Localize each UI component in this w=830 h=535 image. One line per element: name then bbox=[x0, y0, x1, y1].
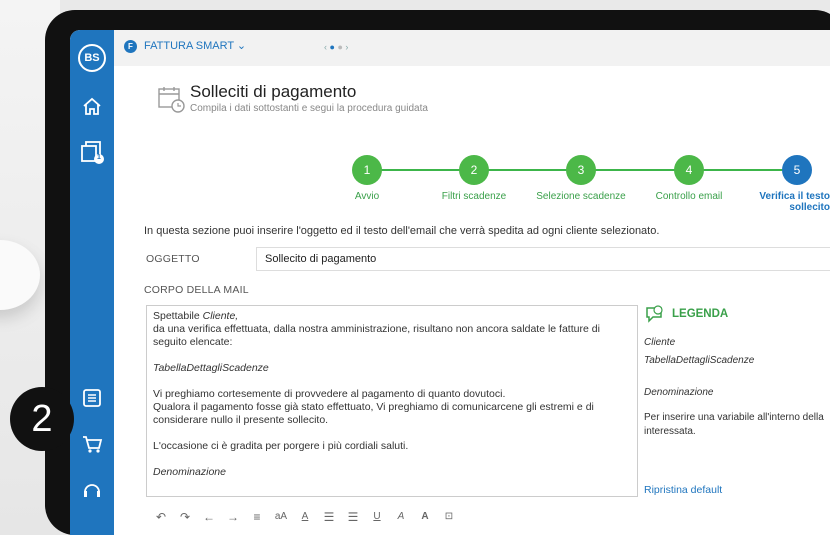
body-line-2: Vi preghiamo cortesemente di provvedere … bbox=[153, 388, 506, 400]
numbered-list-icon[interactable]: ☰ bbox=[343, 508, 363, 526]
step-number-overlay: 2 bbox=[10, 387, 74, 451]
step-2[interactable]: 2 bbox=[459, 155, 489, 185]
app-switcher[interactable]: FATTURA SMART ⌄ bbox=[144, 39, 246, 52]
legend-title: LEGENDA bbox=[672, 308, 729, 320]
cart-icon[interactable] bbox=[76, 428, 108, 460]
outdent-icon[interactable]: ← bbox=[199, 508, 219, 526]
legend-item-tabella[interactable]: TabellaDettagliScadenze bbox=[644, 355, 754, 366]
page-subtitle: Compila i dati sottostanti e segui la pr… bbox=[190, 103, 428, 114]
step-3-label: Selezione scadenze bbox=[536, 191, 626, 202]
italic-icon[interactable]: A bbox=[391, 508, 411, 526]
bold-icon[interactable]: A bbox=[415, 508, 435, 526]
step-5-label: Verifica il testo sollecito bbox=[759, 191, 830, 213]
legend-note: Per inserire una variabile all'interno d… bbox=[644, 412, 824, 437]
underline-icon[interactable]: U bbox=[367, 508, 387, 526]
dialog: Solleciti di pagamento Compila i dati so… bbox=[136, 72, 830, 532]
align-icon[interactable]: ≡ bbox=[247, 508, 267, 526]
chevron-right-icon[interactable]: › bbox=[345, 42, 348, 52]
email-body-editor[interactable]: Spettabile Cliente, da una verifica effe… bbox=[146, 305, 638, 497]
editor-toolbar: ↶ ↷ ← → ≡ aA A ☰ ☰ U A A ⊡ bbox=[151, 508, 463, 526]
user-avatar[interactable]: BS bbox=[76, 42, 108, 74]
legend-item-cliente[interactable]: Cliente bbox=[644, 337, 675, 348]
text-color-icon[interactable]: A bbox=[295, 508, 315, 526]
bullet-list-icon[interactable]: ☰ bbox=[319, 508, 339, 526]
body-line-4: L'occasione ci è gradita per porgere i p… bbox=[153, 440, 409, 452]
sidebar: BS 1 bbox=[70, 30, 114, 535]
greeting-line: Spettabile Cliente, bbox=[153, 310, 239, 322]
font-size-icon[interactable]: aA bbox=[271, 508, 291, 526]
subject-label: OGGETTO bbox=[146, 253, 200, 265]
redo-icon[interactable]: ↷ bbox=[175, 508, 195, 526]
page-title: Solleciti di pagamento bbox=[190, 82, 357, 101]
top-bar: F FATTURA SMART ⌄ ‹ ● ● › bbox=[114, 30, 830, 66]
signature-variable: Denominazione bbox=[153, 466, 226, 478]
app-screen: BS 1 F FATTURA SMART ⌄ ‹ ● ● › Solleciti… bbox=[70, 30, 830, 535]
step-4-label: Controllo email bbox=[655, 191, 723, 202]
home-icon[interactable] bbox=[76, 90, 108, 122]
step-connector bbox=[486, 169, 572, 171]
list-icon[interactable] bbox=[76, 382, 108, 414]
step-3[interactable]: 3 bbox=[566, 155, 596, 185]
documents-icon[interactable]: 1 bbox=[76, 136, 108, 168]
reset-default-link[interactable]: Ripristina default bbox=[644, 484, 722, 496]
insert-variable-icon[interactable]: ⊡ bbox=[439, 508, 459, 526]
step-4[interactable]: 4 bbox=[674, 155, 704, 185]
avatar: BS bbox=[78, 44, 106, 72]
chevron-down-icon: ⌄ bbox=[236, 40, 247, 52]
step-1[interactable]: 1 bbox=[352, 155, 382, 185]
app-name: FATTURA SMART bbox=[144, 40, 234, 52]
pager-dots: ‹ ● ● › bbox=[324, 42, 349, 52]
subject-input[interactable]: Sollecito di pagamento bbox=[256, 247, 830, 271]
help-bubble-icon bbox=[646, 305, 663, 323]
body-line-1: da una verifica effettuata, dalla nostra… bbox=[153, 323, 600, 348]
step-connector bbox=[701, 169, 789, 171]
step-1-label: Avvio bbox=[354, 191, 380, 202]
body-label: CORPO DELLA MAIL bbox=[144, 284, 249, 296]
step-5[interactable]: 5 bbox=[782, 155, 812, 185]
wizard-steps: 1 2 3 4 5 Avvio Filtri scadenze Selezion… bbox=[351, 155, 830, 215]
calendar-icon bbox=[158, 87, 185, 113]
step-connector bbox=[381, 169, 467, 171]
notification-badge: 1 bbox=[97, 154, 101, 161]
indent-icon[interactable]: → bbox=[223, 508, 243, 526]
step-2-label: Filtri scadenze bbox=[441, 191, 507, 202]
step-connector bbox=[593, 169, 679, 171]
chevron-left-icon[interactable]: ‹ bbox=[324, 42, 327, 52]
body-line-3: Qualora il pagamento fosse già stato eff… bbox=[153, 401, 594, 426]
table-variable: TabellaDettagliScadenze bbox=[153, 362, 269, 374]
support-icon[interactable] bbox=[76, 474, 108, 506]
legend-item-denominazione[interactable]: Denominazione bbox=[644, 387, 714, 398]
intro-text: In questa sezione puoi inserire l'oggett… bbox=[144, 225, 660, 237]
undo-icon[interactable]: ↶ bbox=[151, 508, 171, 526]
app-logo-icon: F bbox=[124, 40, 137, 53]
legend-header: LEGENDA bbox=[644, 305, 728, 323]
